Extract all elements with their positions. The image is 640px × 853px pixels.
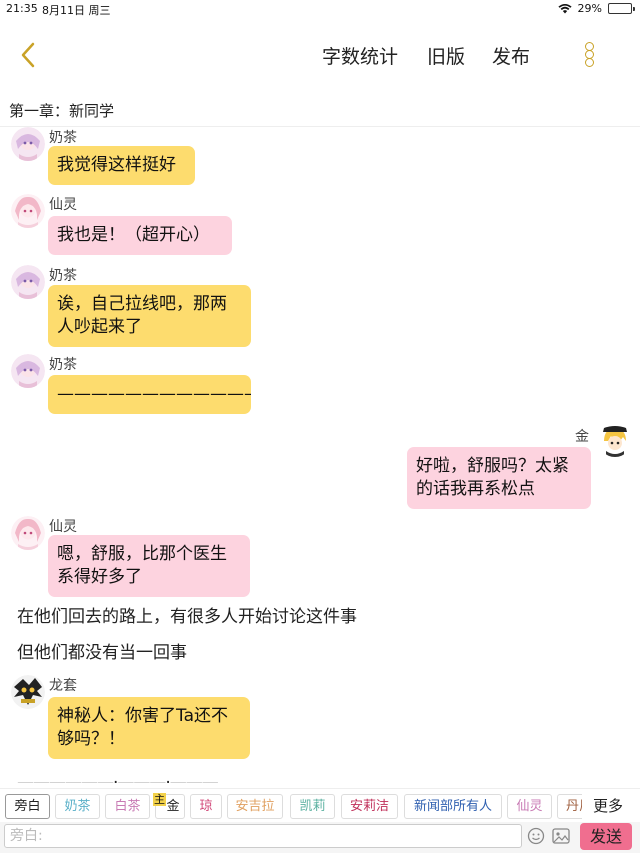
battery-percent: 29%: [577, 2, 602, 15]
trailing-dash-line[interactable]: ——————·———·———: [17, 773, 219, 783]
status-date: 8月11日 周三: [42, 4, 111, 17]
chip-label: 凯莉: [299, 799, 326, 814]
main-role-badge: 主: [153, 793, 166, 806]
avatar-naicha[interactable]: [11, 265, 45, 299]
message-line: 神秘人：你害了Ta还不: [57, 706, 228, 726]
status-right: 29%: [557, 2, 635, 15]
message-bubble[interactable]: 诶，自己拉线吧，那两 人吵起来了: [48, 285, 251, 347]
message-line: 人吵起来了: [57, 317, 142, 337]
message-bubble[interactable]: 嗯，舒服，比那个医生 系得好多了: [48, 535, 250, 597]
chip-label: 琼: [199, 799, 213, 814]
status-bar: 21:35 8月11日 周三 29%: [0, 0, 640, 18]
character-chip[interactable]: 白茶: [105, 794, 150, 819]
avatar-xianling[interactable]: [11, 516, 45, 550]
battery-icon: [608, 3, 635, 14]
wifi-icon: [557, 3, 572, 14]
message-bubble[interactable]: 我觉得这样挺好: [48, 146, 195, 185]
message-bubble[interactable]: ————————————: [48, 375, 251, 414]
character-chip[interactable]: 凯莉: [290, 794, 335, 819]
narration-text[interactable]: 但他们都没有当一回事: [17, 638, 187, 663]
character-chip[interactable]: 旁白: [5, 794, 50, 819]
sender-name: 奶茶: [49, 130, 77, 146]
message-line: 够吗？！: [57, 729, 125, 749]
character-chip[interactable]: 安莉洁: [341, 794, 398, 819]
message-bubble[interactable]: 好啦，舒服吗？太紧 的话我再系松点: [407, 447, 591, 509]
message-bubble[interactable]: 我也是！（超开心）: [48, 216, 232, 255]
message-line: 系得好多了: [57, 567, 142, 587]
sender-name: 奶茶: [49, 268, 77, 284]
message-bubble[interactable]: 神秘人：你害了Ta还不 够吗？！: [48, 697, 250, 759]
image-icon[interactable]: [552, 828, 570, 844]
message-line: 好啦，舒服吗？太紧: [416, 456, 569, 476]
chip-label: 安莉洁: [349, 799, 389, 814]
chip-label: 旁白: [14, 799, 41, 814]
message-line: 的话我再系松点: [416, 479, 535, 499]
avatar-naicha[interactable]: [11, 127, 45, 161]
word-count-button[interactable]: 字数统计: [322, 42, 398, 69]
old-version-button[interactable]: 旧版: [427, 42, 465, 69]
status-time: 21:35: [6, 2, 38, 15]
avatar-xianling[interactable]: [11, 194, 45, 228]
message-line: 诶，自己拉线吧，那两: [57, 294, 227, 314]
character-selector: 旁白 奶茶 白茶 金 主 琼 安吉拉 凯莉 安莉洁 新闻部所有人 仙灵 丹尼 更…: [0, 788, 640, 822]
more-characters-button[interactable]: 更多: [582, 794, 634, 819]
narration-text[interactable]: 在他们回去的路上，有很多人开始讨论这件事: [17, 602, 357, 627]
message-input[interactable]: [4, 824, 522, 848]
chip-label: 安吉拉: [235, 799, 275, 814]
publish-button[interactable]: 发布: [492, 42, 530, 69]
character-chip[interactable]: 琼: [190, 794, 222, 819]
sender-name: 龙套: [49, 678, 77, 694]
chip-label: 奶茶: [64, 799, 91, 814]
avatar-jin[interactable]: [598, 423, 632, 457]
send-button[interactable]: 发送: [580, 823, 632, 850]
chat-area[interactable]: 奶茶 我觉得这样挺好 仙灵 我也是！（超开心） 奶茶 诶，自己拉线吧，那两 人吵…: [0, 127, 640, 783]
chapter-title: 第一章：新同学: [9, 102, 115, 120]
character-chip[interactable]: 新闻部所有人: [404, 794, 502, 819]
message-line: 嗯，舒服，比那个医生: [57, 544, 227, 564]
input-bar: 发送: [0, 822, 640, 853]
character-chip[interactable]: 仙灵: [507, 794, 552, 819]
sender-name: 仙灵: [49, 519, 77, 535]
character-chip[interactable]: 奶茶: [55, 794, 100, 819]
sender-name: 金: [575, 429, 589, 445]
chip-label: 新闻部所有人: [413, 799, 492, 814]
chip-label: 仙灵: [516, 799, 543, 814]
avatar-naicha[interactable]: [11, 354, 45, 388]
nav-bar: 字数统计 旧版 发布: [0, 18, 640, 92]
sender-name: 仙灵: [49, 197, 77, 213]
avatar-longtao[interactable]: [11, 675, 45, 709]
emoji-icon[interactable]: [527, 827, 545, 845]
chip-label: 白茶: [114, 799, 141, 814]
sender-name: 奶茶: [49, 357, 77, 373]
more-options-icon[interactable]: [580, 42, 598, 68]
character-chip[interactable]: 安吉拉: [227, 794, 283, 819]
back-chevron-icon[interactable]: [16, 40, 42, 70]
